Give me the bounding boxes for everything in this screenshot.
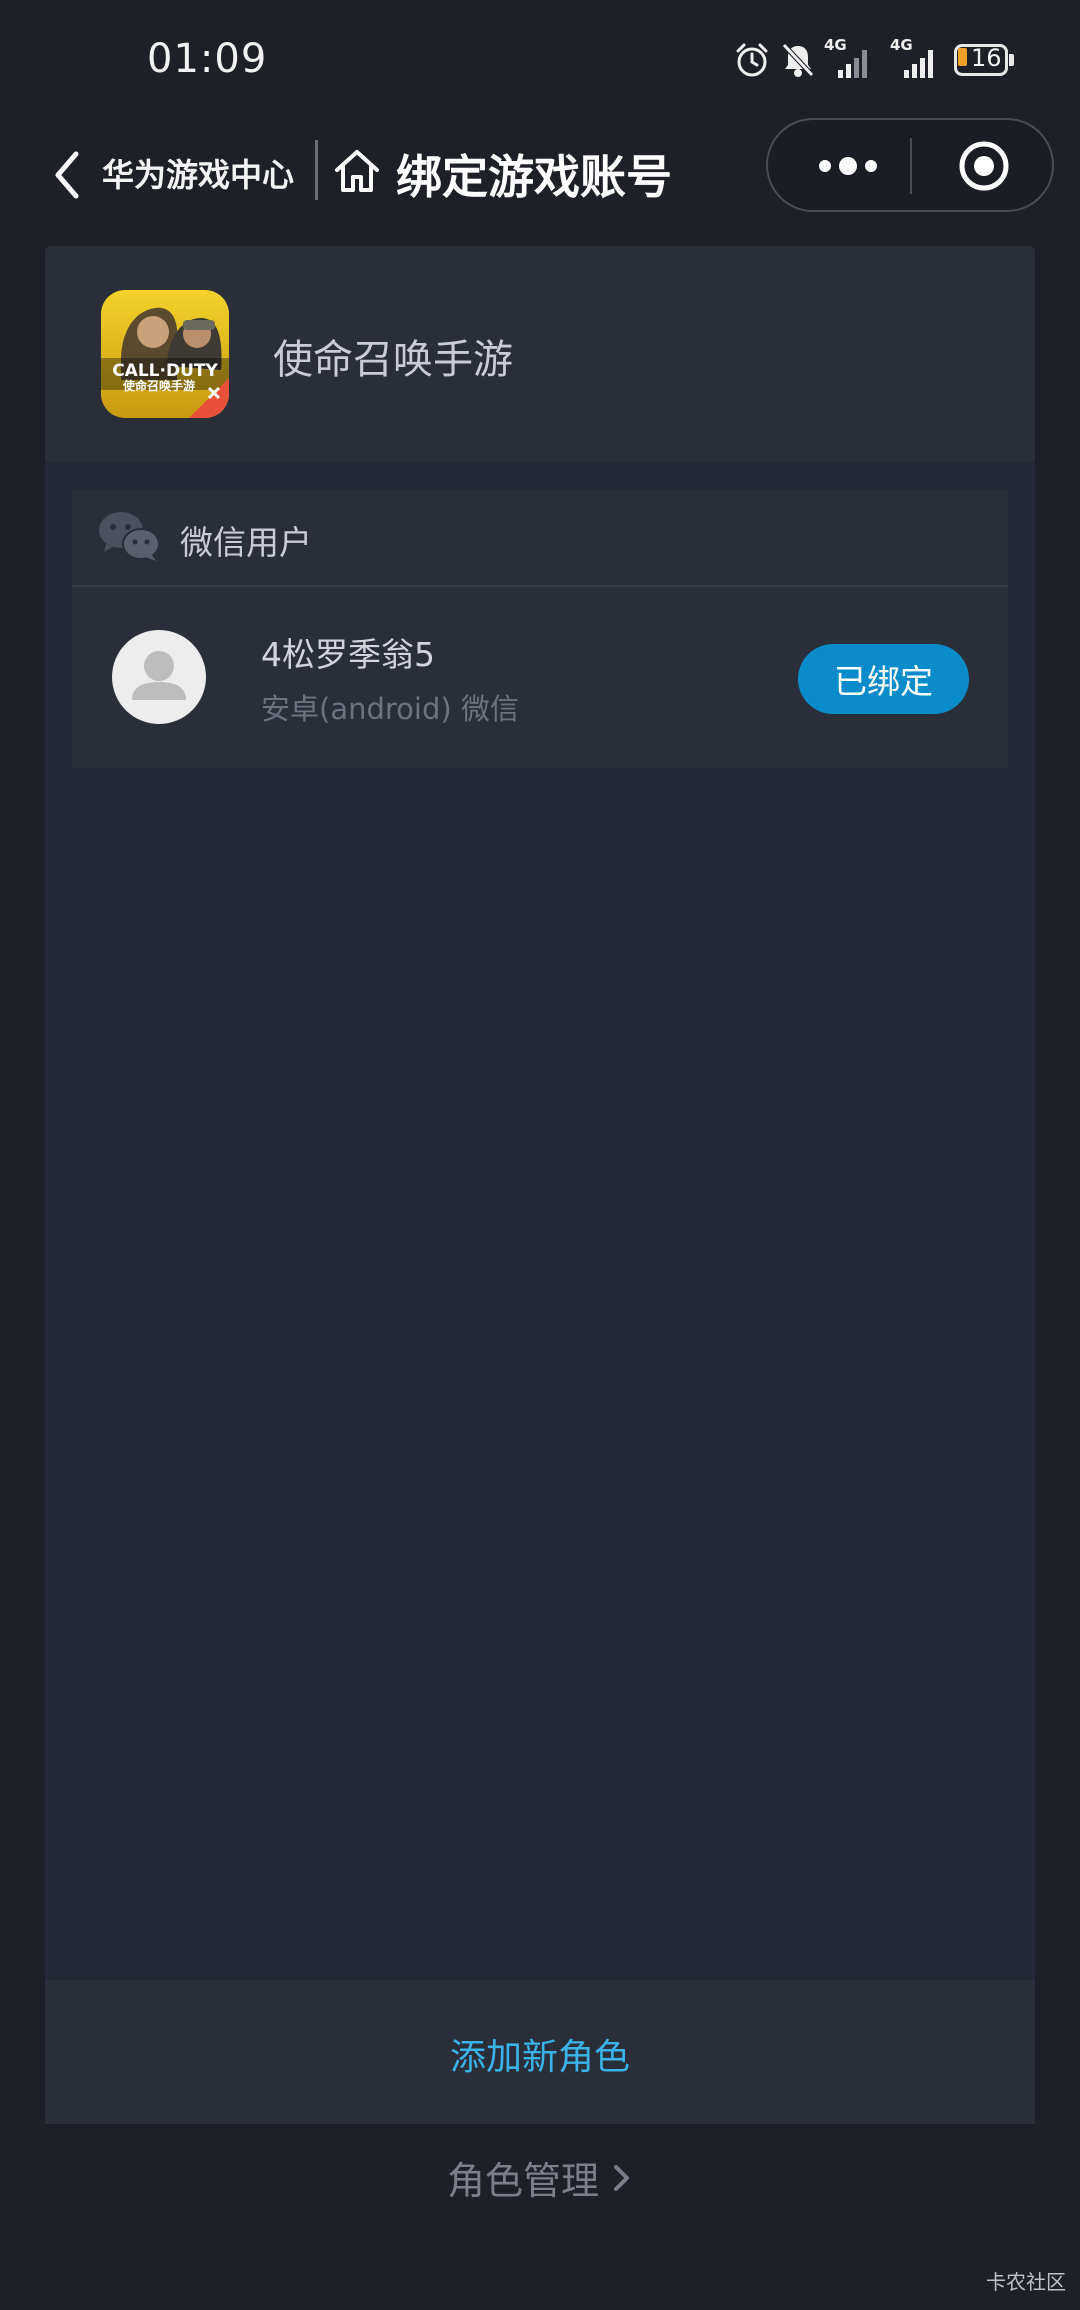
nav-source-link[interactable]: 华为游戏中心 (102, 150, 294, 196)
wechat-icon (98, 510, 160, 562)
status-time: 01:09 (147, 36, 268, 82)
role-manage-link[interactable]: 角色管理 (0, 2150, 1080, 2205)
mute-bell-icon (778, 38, 818, 82)
signal-1-icon: 4G (824, 36, 880, 82)
watermark: 卡农社区 (986, 2270, 1066, 2294)
chevron-right-icon (614, 2164, 629, 2191)
account-header-divider (72, 585, 1008, 587)
target-icon (959, 141, 1009, 191)
more-dot-icon (865, 160, 877, 172)
network-type-1: 4G (824, 36, 847, 54)
role-manage-label: 角色管理 (446, 2159, 599, 2203)
home-icon[interactable] (332, 146, 382, 196)
game-name: 使命召唤手游 (273, 337, 513, 383)
avatar (112, 630, 206, 724)
more-menu-button[interactable] (800, 140, 896, 192)
account-platform: 安卓(android) 微信 (261, 692, 519, 726)
back-button[interactable] (48, 148, 88, 202)
add-role-button[interactable]: 添加新角色 (45, 2028, 1035, 2080)
battery-level: 16 (971, 44, 1002, 72)
game-icon: CALL·DUTY 使命召唤手游 (101, 290, 229, 418)
signal-2-icon: 4G (890, 36, 946, 82)
network-type-2: 4G (890, 36, 913, 54)
battery-icon: 16 (954, 44, 1018, 78)
capsule-divider (910, 138, 912, 194)
more-dot-icon (839, 157, 857, 175)
account-nickname: 4松罗季翁5 (261, 635, 435, 674)
page-title: 绑定游戏账号 (396, 150, 672, 204)
game-icon-subtitle: 使命召唤手游 (122, 378, 195, 393)
nav-divider (315, 140, 318, 200)
close-mini-program-button[interactable] (958, 140, 1010, 192)
default-user-icon (132, 651, 186, 700)
account-type-label: 微信用户 (180, 523, 312, 562)
alarm-icon (732, 38, 772, 82)
game-icon-title: CALL·DUTY (112, 361, 218, 381)
more-dot-icon (819, 160, 831, 172)
bound-status-button[interactable]: 已绑定 (798, 644, 969, 714)
